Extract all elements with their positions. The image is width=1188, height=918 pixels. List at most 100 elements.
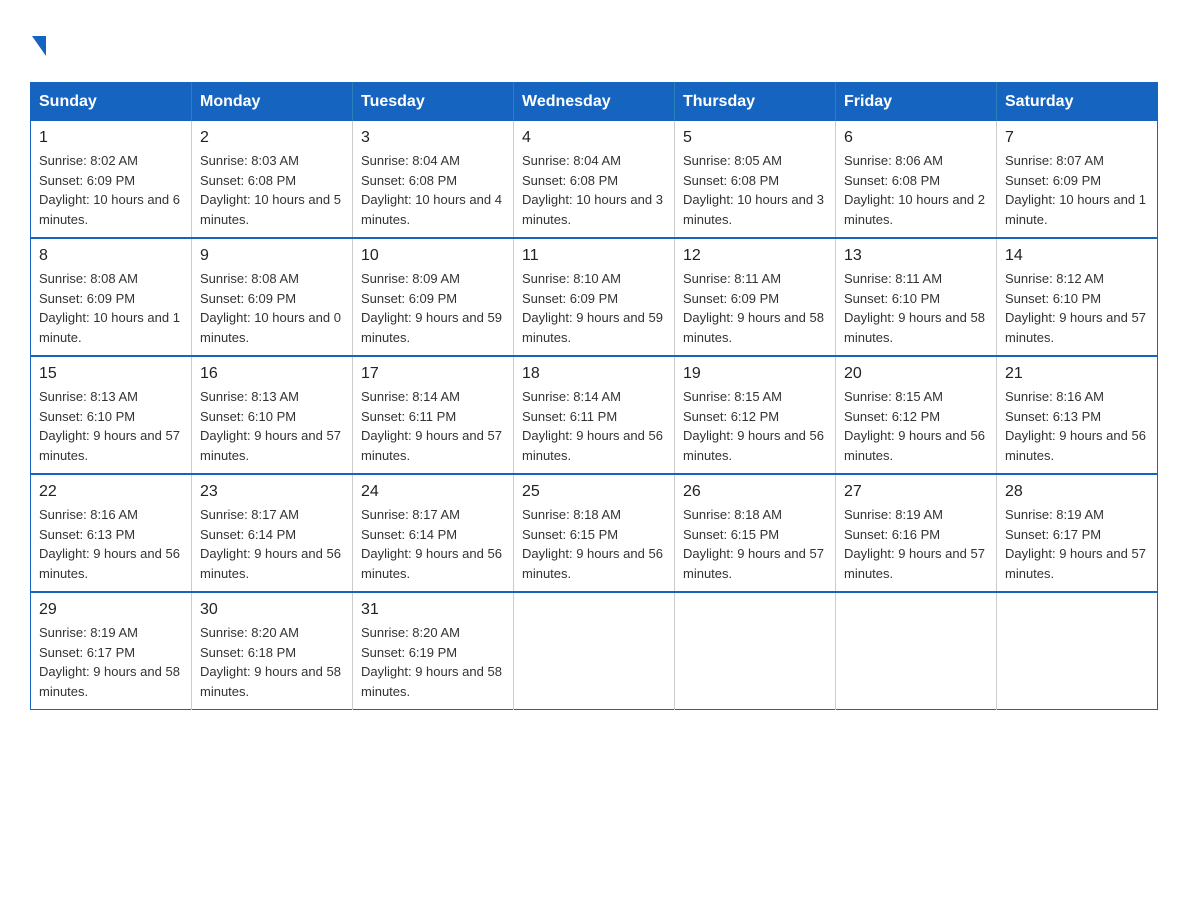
weekday-header-thursday: Thursday [675, 83, 836, 122]
day-info: Sunrise: 8:19 AMSunset: 6:17 PMDaylight:… [39, 623, 183, 701]
day-info: Sunrise: 8:10 AMSunset: 6:09 PMDaylight:… [522, 269, 666, 347]
day-number: 6 [844, 129, 988, 147]
calendar-cell: 11 Sunrise: 8:10 AMSunset: 6:09 PMDayligh… [514, 238, 675, 356]
calendar-cell: 13 Sunrise: 8:11 AMSunset: 6:10 PMDayligh… [836, 238, 997, 356]
calendar-week-row: 29Sunrise: 8:19 AMSunset: 6:17 PMDayligh… [31, 592, 1158, 710]
calendar-cell: 8Sunrise: 8:08 AMSunset: 6:09 PMDaylight… [31, 238, 192, 356]
day-info: Sunrise: 8:17 AMSunset: 6:14 PMDaylight:… [200, 505, 344, 583]
calendar-cell: 3 Sunrise: 8:04 AMSunset: 6:08 PMDaylight… [353, 121, 514, 238]
day-number: 24 [361, 483, 505, 501]
calendar-week-row: 15Sunrise: 8:13 AMSunset: 6:10 PMDayligh… [31, 356, 1158, 474]
day-number: 13 [844, 247, 988, 265]
weekday-header-friday: Friday [836, 83, 997, 122]
day-info: Sunrise: 8:14 AMSunset: 6:11 PMDaylight:… [522, 387, 666, 465]
day-number: 11 [522, 247, 666, 265]
day-info: Sunrise: 8:11 AMSunset: 6:09 PMDaylight:… [683, 269, 827, 347]
calendar-cell: 12 Sunrise: 8:11 AMSunset: 6:09 PMDayligh… [675, 238, 836, 356]
day-number: 12 [683, 247, 827, 265]
day-number: 25 [522, 483, 666, 501]
weekday-header-tuesday: Tuesday [353, 83, 514, 122]
day-number: 27 [844, 483, 988, 501]
calendar-cell: 29Sunrise: 8:19 AMSunset: 6:17 PMDayligh… [31, 592, 192, 710]
day-number: 23 [200, 483, 344, 501]
calendar-cell: 28 Sunrise: 8:19 AMSunset: 6:17 PMDayligh… [997, 474, 1158, 592]
day-number: 31 [361, 601, 505, 619]
day-number: 28 [1005, 483, 1149, 501]
calendar-cell: 25 Sunrise: 8:18 AMSunset: 6:15 PMDayligh… [514, 474, 675, 592]
calendar-cell: 16 Sunrise: 8:13 AMSunset: 6:10 PMDayligh… [192, 356, 353, 474]
day-info: Sunrise: 8:19 AMSunset: 6:17 PMDaylight:… [1005, 505, 1149, 583]
day-number: 19 [683, 365, 827, 383]
day-info: Sunrise: 8:14 AMSunset: 6:11 PMDaylight:… [361, 387, 505, 465]
day-info: Sunrise: 8:04 AMSunset: 6:08 PMDaylight:… [522, 151, 666, 229]
page-header [30, 30, 1158, 62]
calendar-cell [997, 592, 1158, 710]
day-info: Sunrise: 8:20 AMSunset: 6:19 PMDaylight:… [361, 623, 505, 701]
calendar-cell: 31 Sunrise: 8:20 AMSunset: 6:19 PMDayligh… [353, 592, 514, 710]
day-number: 21 [1005, 365, 1149, 383]
day-number: 7 [1005, 129, 1149, 147]
day-number: 5 [683, 129, 827, 147]
calendar-cell: 15Sunrise: 8:13 AMSunset: 6:10 PMDayligh… [31, 356, 192, 474]
day-info: Sunrise: 8:03 AMSunset: 6:08 PMDaylight:… [200, 151, 344, 229]
day-number: 22 [39, 483, 183, 501]
calendar-week-row: 8Sunrise: 8:08 AMSunset: 6:09 PMDaylight… [31, 238, 1158, 356]
calendar-cell: 10Sunrise: 8:09 AMSunset: 6:09 PMDayligh… [353, 238, 514, 356]
day-info: Sunrise: 8:18 AMSunset: 6:15 PMDaylight:… [683, 505, 827, 583]
day-number: 26 [683, 483, 827, 501]
day-number: 20 [844, 365, 988, 383]
day-number: 14 [1005, 247, 1149, 265]
weekday-header-saturday: Saturday [997, 83, 1158, 122]
day-info: Sunrise: 8:06 AMSunset: 6:08 PMDaylight:… [844, 151, 988, 229]
day-info: Sunrise: 8:02 AMSunset: 6:09 PMDaylight:… [39, 151, 183, 229]
day-info: Sunrise: 8:18 AMSunset: 6:15 PMDaylight:… [522, 505, 666, 583]
weekday-header-monday: Monday [192, 83, 353, 122]
day-number: 18 [522, 365, 666, 383]
calendar-cell: 7 Sunrise: 8:07 AMSunset: 6:09 PMDaylight… [997, 121, 1158, 238]
calendar-cell: 19 Sunrise: 8:15 AMSunset: 6:12 PMDayligh… [675, 356, 836, 474]
calendar-cell: 30 Sunrise: 8:20 AMSunset: 6:18 PMDayligh… [192, 592, 353, 710]
calendar-cell: 14 Sunrise: 8:12 AMSunset: 6:10 PMDayligh… [997, 238, 1158, 356]
calendar-cell [836, 592, 997, 710]
day-number: 9 [200, 247, 344, 265]
day-info: Sunrise: 8:15 AMSunset: 6:12 PMDaylight:… [683, 387, 827, 465]
day-info: Sunrise: 8:16 AMSunset: 6:13 PMDaylight:… [39, 505, 183, 583]
day-info: Sunrise: 8:04 AMSunset: 6:08 PMDaylight:… [361, 151, 505, 229]
day-info: Sunrise: 8:16 AMSunset: 6:13 PMDaylight:… [1005, 387, 1149, 465]
day-number: 2 [200, 129, 344, 147]
day-number: 17 [361, 365, 505, 383]
day-info: Sunrise: 8:17 AMSunset: 6:14 PMDaylight:… [361, 505, 505, 583]
calendar-cell: 21 Sunrise: 8:16 AMSunset: 6:13 PMDayligh… [997, 356, 1158, 474]
calendar-cell: 20 Sunrise: 8:15 AMSunset: 6:12 PMDayligh… [836, 356, 997, 474]
day-info: Sunrise: 8:15 AMSunset: 6:12 PMDaylight:… [844, 387, 988, 465]
day-info: Sunrise: 8:07 AMSunset: 6:09 PMDaylight:… [1005, 151, 1149, 229]
day-number: 3 [361, 129, 505, 147]
calendar-cell: 24 Sunrise: 8:17 AMSunset: 6:14 PMDayligh… [353, 474, 514, 592]
day-number: 8 [39, 247, 183, 265]
calendar-cell: 17 Sunrise: 8:14 AMSunset: 6:11 PMDayligh… [353, 356, 514, 474]
day-info: Sunrise: 8:13 AMSunset: 6:10 PMDaylight:… [200, 387, 344, 465]
calendar-cell: 1 Sunrise: 8:02 AMSunset: 6:09 PMDaylight… [31, 121, 192, 238]
calendar-cell: 22 Sunrise: 8:16 AMSunset: 6:13 PMDayligh… [31, 474, 192, 592]
calendar-week-row: 22 Sunrise: 8:16 AMSunset: 6:13 PMDayligh… [31, 474, 1158, 592]
day-number: 1 [39, 129, 183, 147]
day-info: Sunrise: 8:11 AMSunset: 6:10 PMDaylight:… [844, 269, 988, 347]
day-info: Sunrise: 8:12 AMSunset: 6:10 PMDaylight:… [1005, 269, 1149, 347]
day-info: Sunrise: 8:20 AMSunset: 6:18 PMDaylight:… [200, 623, 344, 701]
day-number: 30 [200, 601, 344, 619]
calendar-cell: 9Sunrise: 8:08 AMSunset: 6:09 PMDaylight… [192, 238, 353, 356]
calendar-cell: 23 Sunrise: 8:17 AMSunset: 6:14 PMDayligh… [192, 474, 353, 592]
calendar-cell: 5 Sunrise: 8:05 AMSunset: 6:08 PMDaylight… [675, 121, 836, 238]
calendar-header-row: SundayMondayTuesdayWednesdayThursdayFrid… [31, 83, 1158, 122]
day-info: Sunrise: 8:05 AMSunset: 6:08 PMDaylight:… [683, 151, 827, 229]
calendar-cell [514, 592, 675, 710]
day-number: 16 [200, 365, 344, 383]
day-number: 4 [522, 129, 666, 147]
logo [30, 30, 48, 62]
day-info: Sunrise: 8:19 AMSunset: 6:16 PMDaylight:… [844, 505, 988, 583]
calendar-cell: 27 Sunrise: 8:19 AMSunset: 6:16 PMDayligh… [836, 474, 997, 592]
calendar-week-row: 1 Sunrise: 8:02 AMSunset: 6:09 PMDaylight… [31, 121, 1158, 238]
calendar-cell: 6 Sunrise: 8:06 AMSunset: 6:08 PMDaylight… [836, 121, 997, 238]
day-info: Sunrise: 8:09 AMSunset: 6:09 PMDaylight:… [361, 269, 505, 347]
weekday-header-wednesday: Wednesday [514, 83, 675, 122]
